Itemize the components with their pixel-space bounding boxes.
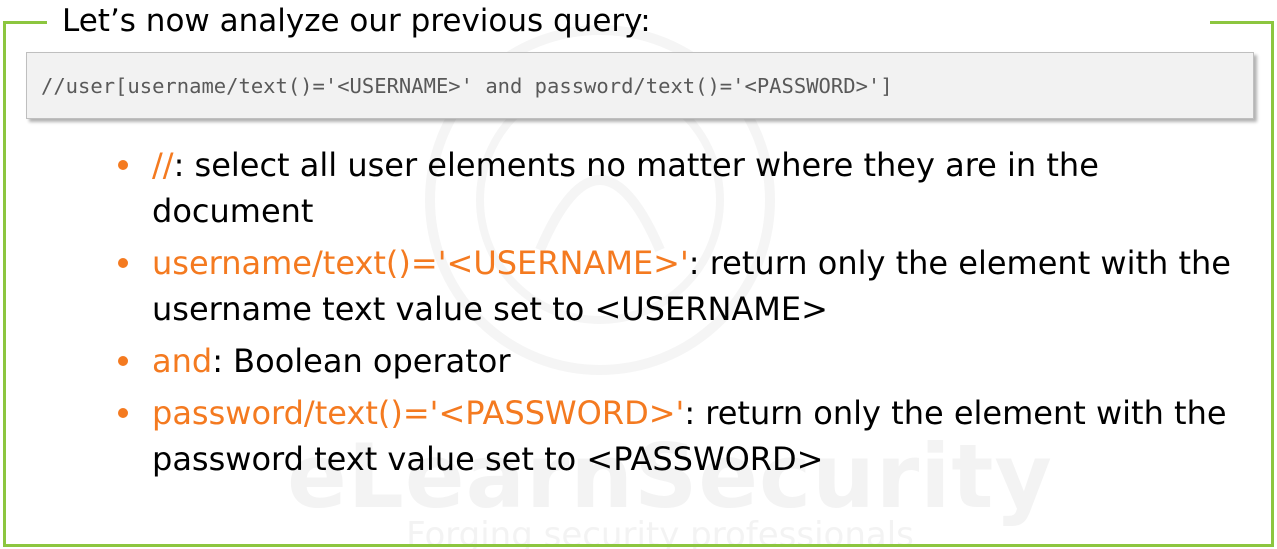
bullet-icon [118,408,128,418]
list-item: //: select all user elements no matter w… [118,142,1248,234]
slide-title: Let’s now analyze our previous query: [62,3,651,39]
bullet-icon [118,160,128,170]
bullet-list: //: select all user elements no matter w… [118,142,1248,488]
frame-bottom [3,544,1274,547]
frame-right [1271,21,1274,545]
bullet-term: username/text()='<USERNAME>' [152,244,689,282]
code-box: //user[username/text()='<USERNAME>' and … [26,52,1254,119]
list-item: username/text()='<USERNAME>': return onl… [118,240,1248,332]
frame-left [3,21,6,545]
bullet-term: and [152,342,213,380]
list-item: password/text()='<PASSWORD>': return onl… [118,390,1248,482]
code-text: //user[username/text()='<USERNAME>' and … [41,73,893,98]
frame-top-right [1210,21,1274,24]
bullet-description: : select all user elements no matter whe… [152,146,1099,230]
bullet-term: password/text()='<PASSWORD>' [152,394,685,432]
bullet-term: // [152,146,174,184]
bullet-icon [118,356,128,366]
bullet-description: : Boolean operator [212,342,511,380]
slide: eLearnSecurity Forging security professi… [0,0,1277,549]
list-item: and: Boolean operator [118,338,1248,384]
bullet-icon [118,258,128,268]
frame-top-left [3,21,47,24]
